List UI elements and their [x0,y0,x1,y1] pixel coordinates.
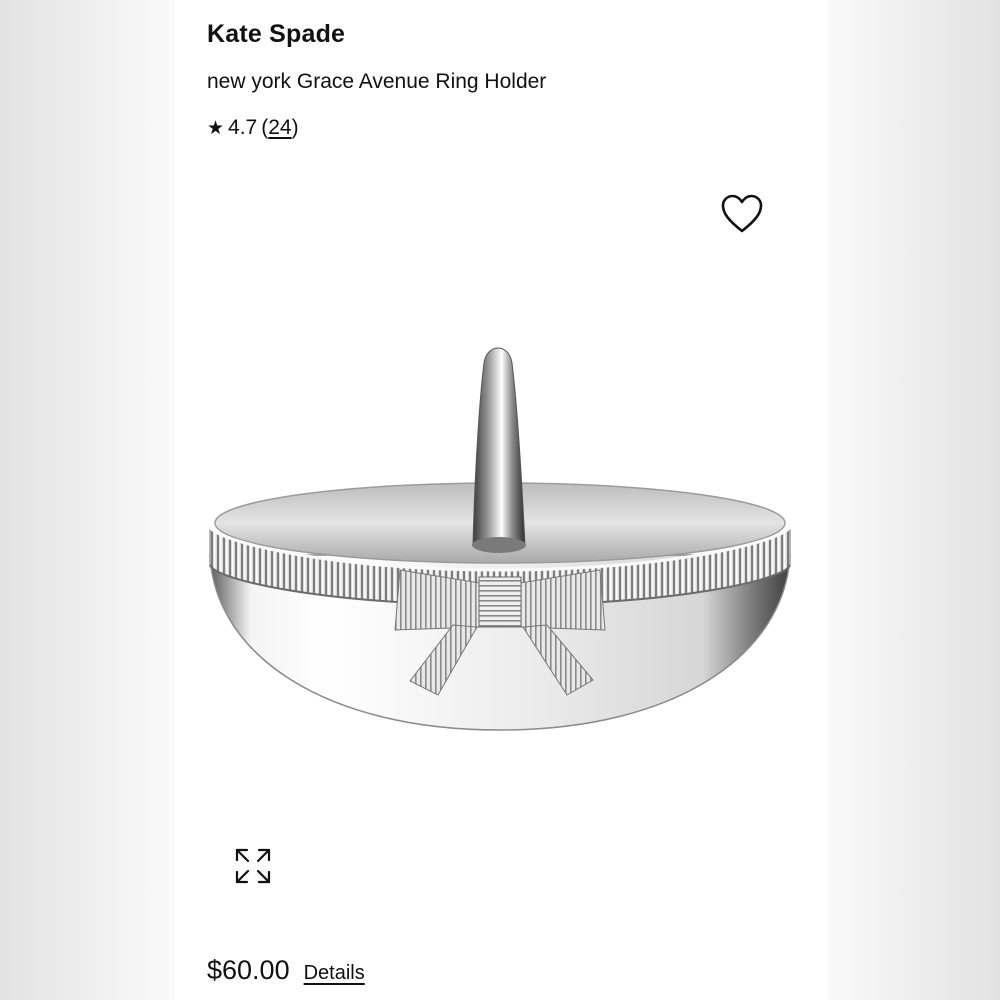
review-count[interactable]: 24 [268,116,291,139]
product-card: Kate Spade new york Grace Avenue Ring Ho… [175,0,828,1000]
left-blurred-backdrop [0,0,175,1000]
right-blurred-backdrop [828,0,1000,1000]
rating-row: ★ 4.7 (24) [207,116,299,140]
product-image [208,347,792,731]
close-paren: ) [291,116,299,139]
expand-arrows-icon[interactable] [233,846,273,886]
star-icon: ★ [207,117,225,139]
price: $60.00 [207,955,290,985]
price-row: $60.00 Details [207,955,365,986]
rating-value: 4.7 [228,116,258,139]
details-link[interactable]: Details [304,962,365,985]
product-title: new york Grace Avenue Ring Holder [207,70,547,93]
review-count-link[interactable]: (24) [261,116,298,140]
heart-outline-icon[interactable] [720,193,764,235]
brand-name: Kate Spade [207,20,346,48]
